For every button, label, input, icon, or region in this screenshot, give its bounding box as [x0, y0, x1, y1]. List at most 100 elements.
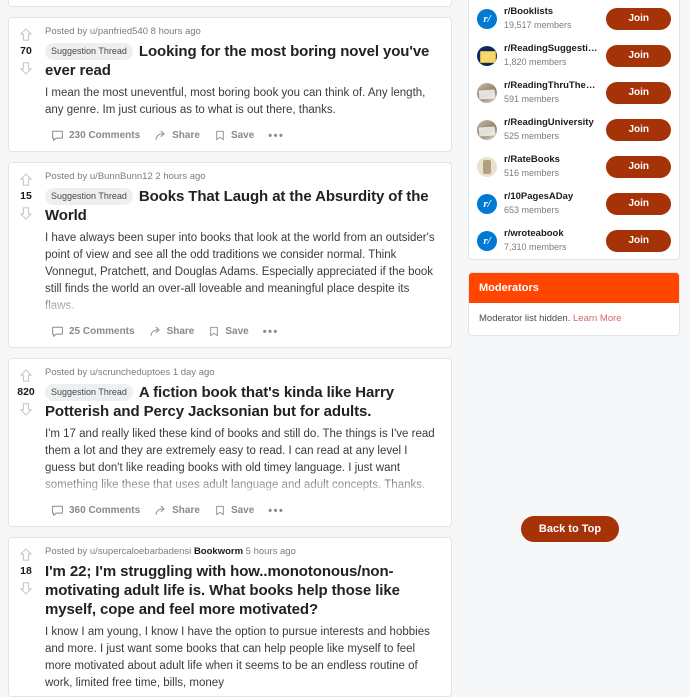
post-flair[interactable]: Suggestion Thread: [45, 188, 133, 205]
comments-button[interactable]: 25 Comments: [51, 325, 135, 338]
post-content: Posted by u/scruncheduptoes 1 day ago Sug…: [43, 359, 451, 526]
post-body-wrap: I mean the most uneventful, most boring …: [45, 85, 441, 123]
post-card[interactable]: 820 Posted by u/scruncheduptoes 1 day ago…: [8, 358, 452, 527]
community-name[interactable]: r/ReadingUniversity: [504, 117, 599, 129]
join-button[interactable]: Join: [606, 192, 671, 215]
community-text: r/wroteabook 7,310 members: [504, 228, 599, 253]
snoo-icon: r/: [477, 193, 497, 214]
community-name[interactable]: r/ReadingSuggestions: [504, 43, 599, 55]
community-text: r/ReadingThruTheWorld 591 members: [504, 80, 599, 105]
comment-icon: [52, 505, 63, 516]
post-card[interactable]: 70 Posted by u/panfried540 8 hours ago Sug…: [8, 17, 452, 152]
vote-rail: 15: [9, 163, 43, 347]
post-card[interactable]: 18 Posted by u/supercaloebarbadensi Bookw…: [8, 537, 452, 697]
community-text: r/RateBooks 516 members: [504, 154, 599, 179]
upvote-icon[interactable]: [18, 368, 34, 384]
downvote-icon[interactable]: [18, 580, 34, 596]
community-text: r/Booklists 19,517 members: [504, 6, 599, 31]
community-members: 1,820 members: [504, 57, 567, 67]
community-row[interactable]: r/ReadingSuggestions 1,820 members Join: [469, 37, 679, 74]
join-button[interactable]: Join: [606, 118, 671, 141]
post-body: I'm 17 and really liked these kind of bo…: [45, 428, 435, 491]
community-members: 653 members: [504, 205, 560, 215]
post-body-wrap: I'm 17 and really liked these kind of bo…: [45, 426, 441, 498]
more-options-button[interactable]: •••: [268, 130, 284, 141]
post-body-wrap: I know I am young, I know I have the opt…: [45, 624, 441, 696]
learn-more-link[interactable]: Learn More: [573, 313, 622, 324]
community-row[interactable]: r/r/Booklists 19,517 members Join: [469, 0, 679, 37]
share-label: Share: [166, 326, 195, 337]
post-content: Posted by u/BunnBunn12 2 hours ago Sugges…: [43, 163, 451, 347]
post-body-wrap: I have always been super into books that…: [45, 230, 441, 319]
post-title-row: Suggestion Thread A fiction book that's k…: [45, 383, 441, 421]
community-name[interactable]: r/Booklists: [504, 6, 599, 18]
post-score: 15: [20, 190, 32, 202]
vote-rail: 820: [9, 359, 43, 526]
join-button[interactable]: Join: [606, 7, 671, 30]
downvote-icon[interactable]: [18, 401, 34, 417]
comments-button[interactable]: 360 Comments: [51, 504, 140, 517]
join-button[interactable]: Join: [606, 81, 671, 104]
save-button[interactable]: Save: [208, 325, 249, 338]
more-options-button[interactable]: •••: [268, 505, 284, 516]
share-button[interactable]: Share: [149, 325, 195, 338]
community-members: 7,310 members: [504, 242, 567, 252]
comments-button[interactable]: 230 Comments: [51, 129, 140, 142]
post-card[interactable]: 15 Posted by u/BunnBunn12 2 hours ago Sugg…: [8, 162, 452, 348]
post-score: 70: [20, 45, 32, 57]
join-button[interactable]: Join: [606, 44, 671, 67]
community-text: r/ReadingSuggestions 1,820 members: [504, 43, 599, 68]
more-options-button[interactable]: •••: [263, 326, 279, 337]
comments-label: 360 Comments: [69, 505, 141, 516]
post-byline: Posted by u/BunnBunn12 2 hours ago: [45, 171, 206, 182]
community-row[interactable]: r/r/wroteabook 7,310 members Join: [469, 222, 679, 259]
partial-post-card-above: [8, 0, 452, 7]
community-name[interactable]: r/10PagesADay: [504, 191, 599, 203]
post-flair[interactable]: Suggestion Thread: [45, 384, 133, 401]
community-row[interactable]: r/ReadingThruTheWorld 591 members Join: [469, 74, 679, 111]
join-button[interactable]: Join: [606, 155, 671, 178]
community-row[interactable]: r/r/10PagesADay 653 members Join: [469, 185, 679, 222]
back-to-top-container: Back to Top: [460, 516, 680, 542]
community-members: 19,517 members: [504, 20, 572, 30]
save-button[interactable]: Save: [214, 504, 254, 517]
post-title[interactable]: I'm 22; I'm struggling with how..monoton…: [45, 563, 400, 618]
upvote-icon[interactable]: [18, 172, 34, 188]
upvote-icon[interactable]: [18, 27, 34, 43]
save-button[interactable]: Save: [214, 129, 254, 142]
post-title-row: Suggestion Thread Looking for the most bo…: [45, 42, 441, 80]
beige-statue-icon: [477, 156, 497, 177]
downvote-icon[interactable]: [18, 60, 34, 76]
community-row[interactable]: r/RateBooks 516 members Join: [469, 148, 679, 185]
post-actions: 360 Comments Share Save •••: [45, 498, 441, 526]
snoo-icon: r/: [477, 230, 497, 251]
post-title-row: I'm 22; I'm struggling with how..monoton…: [45, 562, 441, 619]
photo-books-icon: [477, 82, 497, 103]
post-actions: 230 Comments Share Save •••: [45, 123, 441, 151]
save-label: Save: [230, 130, 255, 141]
vote-rail: 70: [9, 18, 43, 151]
community-name[interactable]: r/RateBooks: [504, 154, 599, 166]
post-author[interactable]: u/scruncheduptoes: [90, 367, 170, 378]
post-author[interactable]: u/BunnBunn12: [90, 171, 153, 182]
post-flair[interactable]: Suggestion Thread: [45, 43, 133, 60]
post-byline: Posted by u/panfried540 8 hours ago: [45, 26, 201, 37]
share-button[interactable]: Share: [154, 129, 200, 142]
back-to-top-button[interactable]: Back to Top: [520, 516, 620, 542]
community-name[interactable]: r/ReadingThruTheWorld: [504, 80, 599, 92]
share-button[interactable]: Share: [154, 504, 200, 517]
share-icon: [150, 326, 160, 336]
upvote-icon[interactable]: [18, 547, 34, 563]
community-name[interactable]: r/wroteabook: [504, 228, 599, 240]
post-content: Posted by u/panfried540 8 hours ago Sugge…: [43, 18, 451, 151]
post-author[interactable]: u/panfried540: [90, 26, 148, 37]
community-text: r/10PagesADay 653 members: [504, 191, 599, 216]
community-members: 591 members: [504, 94, 560, 104]
downvote-icon[interactable]: [18, 205, 34, 221]
join-button[interactable]: Join: [606, 229, 671, 252]
post-timestamp: 2 hours ago: [155, 171, 206, 182]
post-title-row: Suggestion Thread Books That Laugh at the…: [45, 187, 441, 225]
community-row[interactable]: r/ReadingUniversity 525 members Join: [469, 111, 679, 148]
vote-rail: 18: [9, 538, 43, 696]
bookmark-icon: [216, 505, 224, 516]
